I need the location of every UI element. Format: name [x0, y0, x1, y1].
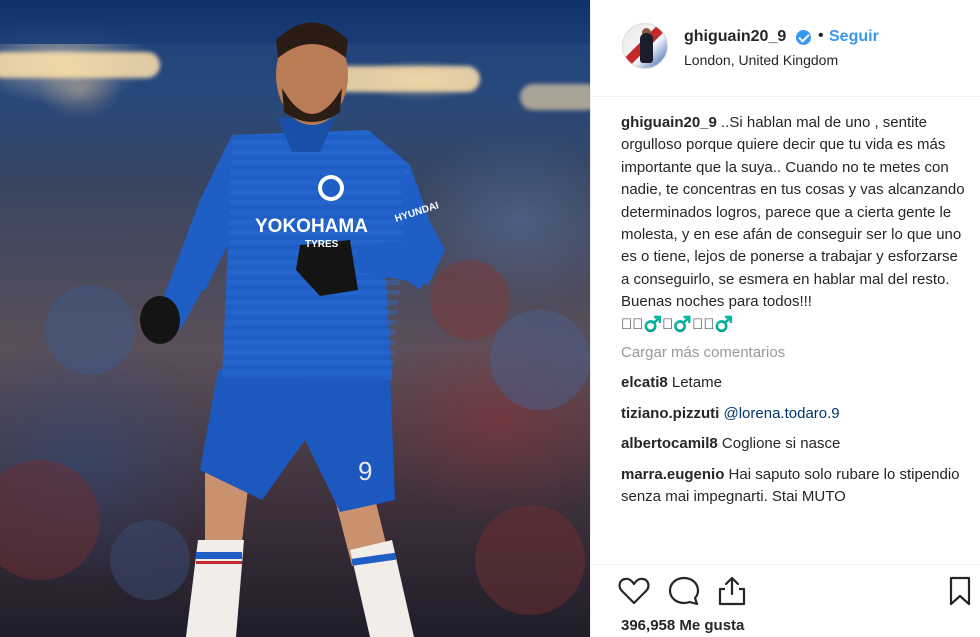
comment-item: elcati8 Letame: [621, 372, 966, 394]
author-username[interactable]: ghiguain20_9: [684, 28, 786, 46]
shirt-sponsor-sub: TYRES: [305, 239, 339, 250]
comment-item: marra.eugenio Hai saputo solo rubare lo …: [621, 464, 966, 509]
post-photo[interactable]: 9 YOKOHAMA TYRES HYUNDAI: [0, 0, 590, 637]
caption-emoji-line: 􀀀􀀀♂️􀀀♂️􀀀􀀀♂️: [621, 315, 734, 333]
author-avatar[interactable]: [622, 23, 668, 69]
comment-item: tiziano.pizzuti @lorena.todaro.9: [621, 403, 966, 425]
post-header: ghiguain20_9 • Seguir London, United Kin…: [591, 0, 980, 97]
comment-mention-link[interactable]: @lorena.todaro.9: [724, 405, 840, 422]
comment-text: Coglione si nasce: [721, 435, 841, 453]
post-actions-bar: 396,958 Me gusta: [591, 564, 980, 637]
comment-bubble-icon[interactable]: [667, 574, 701, 608]
comment-username[interactable]: elcati8: [621, 374, 668, 391]
verified-badge-icon: [796, 30, 811, 45]
load-more-comments-button[interactable]: Cargar más comentarios: [621, 342, 966, 364]
caption-username[interactable]: ghiguain20_9: [621, 114, 717, 131]
likes-count[interactable]: 396,958 Me gusta: [621, 617, 744, 634]
comment-username[interactable]: albertocamil8: [621, 435, 718, 452]
caption-text: ..Si hablan mal de uno , sentite orgullo…: [621, 114, 965, 311]
header-separator: •: [818, 27, 824, 44]
heart-icon[interactable]: [617, 574, 651, 608]
post-side-panel: ghiguain20_9 • Seguir London, United Kin…: [590, 0, 980, 637]
share-icon[interactable]: [715, 574, 749, 608]
post-caption: ghiguain20_9 ..Si hablan mal de uno , se…: [621, 112, 966, 314]
follow-button[interactable]: Seguir: [829, 28, 879, 46]
bookmark-icon[interactable]: [943, 574, 977, 608]
shirt-sponsor: YOKOHAMA: [255, 216, 368, 237]
comment-text: Letame: [671, 374, 722, 392]
comment-username[interactable]: tiziano.pizzuti: [621, 405, 719, 422]
comment-username[interactable]: marra.eugenio: [621, 466, 724, 483]
shorts-number: 9: [358, 456, 372, 486]
comments-section[interactable]: ghiguain20_9 ..Si hablan mal de uno , se…: [621, 112, 966, 564]
post-location[interactable]: London, United Kingdom: [684, 52, 838, 68]
right-sock: [350, 540, 414, 637]
left-glove: [140, 296, 180, 344]
player-illustration: 9 YOKOHAMA TYRES HYUNDAI: [0, 22, 590, 637]
comment-item: albertocamil8 Coglione si nasce: [621, 433, 966, 455]
